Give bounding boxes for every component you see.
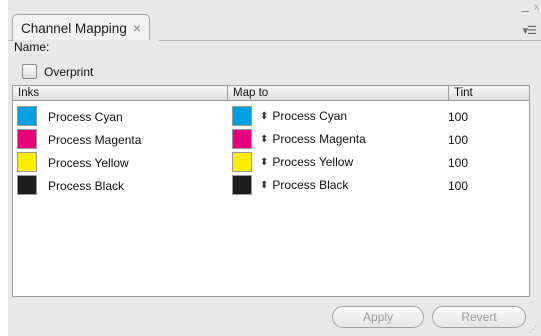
- table-header: Inks Map to Tint: [13, 86, 529, 101]
- ink-name: Process Cyan: [48, 110, 123, 124]
- tab-channel-mapping[interactable]: Channel Mapping ×: [12, 14, 151, 41]
- ink-swatch-black: [17, 175, 37, 195]
- close-panel-icon[interactable]: x: [534, 2, 539, 13]
- table-row[interactable]: Process Black ⬍ Process Black 100: [13, 174, 529, 197]
- table-row[interactable]: Process Cyan ⬍ Process Cyan 100: [13, 105, 529, 128]
- ink-name: Process Yellow: [48, 156, 129, 170]
- map-to-select[interactable]: ⬍ Process Magenta: [260, 132, 366, 146]
- overprint-label: Overprint: [44, 64, 94, 79]
- tint-value[interactable]: 100: [448, 179, 468, 193]
- column-header-map-to[interactable]: Map to: [228, 86, 449, 100]
- map-swatch-black: [232, 175, 252, 195]
- map-to-value: Process Black: [272, 178, 349, 192]
- panel-menu-icon[interactable]: ▾☰: [523, 24, 537, 37]
- table-row[interactable]: Process Yellow ⬍ Process Yellow 100: [13, 151, 529, 174]
- column-header-tint[interactable]: Tint: [449, 86, 529, 100]
- updown-arrows-icon: ⬍: [260, 156, 269, 168]
- minimize-icon[interactable]: –: [522, 3, 529, 18]
- map-to-select[interactable]: ⬍ Process Black: [260, 178, 348, 192]
- ink-swatch-magenta: [17, 129, 37, 149]
- map-swatch-cyan: [232, 106, 252, 126]
- map-to-select[interactable]: ⬍ Process Cyan: [260, 109, 347, 123]
- resize-grip-icon[interactable]: ⋰: [529, 325, 537, 334]
- tab-title: Channel Mapping: [21, 20, 127, 36]
- ink-name: Process Black: [48, 179, 125, 193]
- table-row[interactable]: Process Magenta ⬍ Process Magenta 100: [13, 128, 529, 151]
- updown-arrows-icon: ⬍: [260, 110, 269, 122]
- tab-close-icon[interactable]: ×: [133, 21, 141, 35]
- updown-arrows-icon: ⬍: [260, 133, 269, 145]
- ink-swatch-yellow: [17, 152, 37, 172]
- map-to-value: Process Magenta: [272, 132, 366, 146]
- map-to-select[interactable]: ⬍ Process Yellow: [260, 155, 353, 169]
- map-to-value: Process Cyan: [272, 109, 348, 123]
- ink-swatch-cyan: [17, 106, 37, 126]
- ink-name: Process Magenta: [48, 133, 142, 147]
- map-swatch-magenta: [232, 129, 252, 149]
- tint-value[interactable]: 100: [448, 110, 468, 124]
- channel-table: Inks Map to Tint Process Cyan ⬍ Process …: [12, 85, 530, 297]
- name-label: Name:: [14, 40, 50, 54]
- overprint-checkbox[interactable]: [22, 64, 37, 79]
- map-to-value: Process Yellow: [272, 155, 354, 169]
- revert-button[interactable]: Revert: [432, 306, 526, 328]
- column-header-inks[interactable]: Inks: [13, 86, 228, 100]
- map-swatch-yellow: [232, 152, 252, 172]
- overprint-option[interactable]: Overprint: [22, 64, 93, 79]
- tint-value[interactable]: 100: [448, 156, 468, 170]
- tint-value[interactable]: 100: [448, 133, 468, 147]
- apply-button[interactable]: Apply: [332, 306, 424, 328]
- updown-arrows-icon: ⬍: [260, 179, 269, 191]
